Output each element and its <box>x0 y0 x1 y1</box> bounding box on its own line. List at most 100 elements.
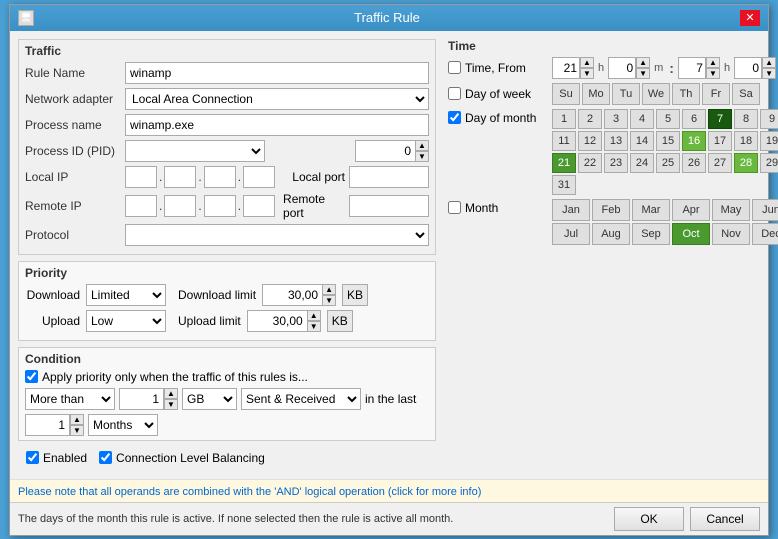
condition-amount-down[interactable]: ▼ <box>164 399 178 410</box>
dom-15[interactable]: 15 <box>656 131 680 151</box>
dom-8[interactable]: 8 <box>734 109 758 129</box>
download-limit-input[interactable] <box>262 284 322 306</box>
dom-19[interactable]: 19 <box>760 131 778 151</box>
dow-fr[interactable]: Fr <box>702 83 730 105</box>
local-ip-3[interactable] <box>204 166 236 188</box>
network-adapter-select[interactable]: Local Area Connection All Adapters <box>125 88 429 110</box>
remote-ip-4[interactable] <box>243 195 275 217</box>
dom-23[interactable]: 23 <box>604 153 628 173</box>
dom-27[interactable]: 27 <box>708 153 732 173</box>
process-id-spin-up[interactable]: ▲ <box>415 140 429 151</box>
month-sep[interactable]: Sep <box>632 223 670 245</box>
dom-22[interactable]: 22 <box>578 153 602 173</box>
month-jan[interactable]: Jan <box>552 199 590 221</box>
month-mar[interactable]: Mar <box>632 199 670 221</box>
m2-down[interactable]: ▼ <box>762 68 776 79</box>
month-apr[interactable]: Apr <box>672 199 710 221</box>
m2-up[interactable]: ▲ <box>762 57 776 68</box>
process-id-value[interactable] <box>355 140 415 162</box>
condition-amount-up[interactable]: ▲ <box>164 388 178 399</box>
upload-limit-down[interactable]: ▼ <box>307 321 321 332</box>
protocol-select[interactable]: TCP UDP <box>125 224 429 246</box>
condition-amount-input[interactable] <box>119 388 164 410</box>
month-jul[interactable]: Jul <box>552 223 590 245</box>
connection-level-checkbox[interactable] <box>99 451 112 464</box>
condition-unit-select[interactable]: GB MB KB <box>182 388 237 410</box>
condition-period-up[interactable]: ▲ <box>70 414 84 425</box>
cancel-button[interactable]: Cancel <box>690 507 760 531</box>
process-id-select[interactable] <box>125 140 265 162</box>
dow-su[interactable]: Su <box>552 83 580 105</box>
dom-18[interactable]: 18 <box>734 131 758 151</box>
local-ip-2[interactable] <box>164 166 196 188</box>
dow-check-label[interactable]: Day of week <box>448 87 548 101</box>
dom-21[interactable]: 21 <box>552 153 576 173</box>
h1-down[interactable]: ▼ <box>580 68 594 79</box>
time-from-check-label[interactable]: Time, From <box>448 61 548 75</box>
dom-24[interactable]: 24 <box>630 153 654 173</box>
dom-4[interactable]: 4 <box>630 109 654 129</box>
dom-25[interactable]: 25 <box>656 153 680 173</box>
h2-down[interactable]: ▼ <box>706 68 720 79</box>
dom-29[interactable]: 29 <box>760 153 778 173</box>
dom-2[interactable]: 2 <box>578 109 602 129</box>
remote-port-input[interactable] <box>349 195 429 217</box>
remote-ip-3[interactable] <box>204 195 236 217</box>
h1-up[interactable]: ▲ <box>580 57 594 68</box>
condition-type-select[interactable]: More than Less than <box>25 388 115 410</box>
download-select[interactable]: Limited Normal Low <box>86 284 166 306</box>
m1-down[interactable]: ▼ <box>636 68 650 79</box>
info-text[interactable]: Please note that all operands are combin… <box>18 486 481 498</box>
dow-checkbox[interactable] <box>448 87 461 100</box>
dom-7[interactable]: 7 <box>708 109 732 129</box>
dom-14[interactable]: 14 <box>630 131 654 151</box>
upload-select[interactable]: Low Normal Limited <box>86 310 166 332</box>
month-feb[interactable]: Feb <box>592 199 630 221</box>
local-ip-4[interactable] <box>243 166 275 188</box>
process-name-input[interactable] <box>125 114 429 136</box>
download-limit-down[interactable]: ▼ <box>322 295 336 306</box>
local-ip-1[interactable] <box>125 166 157 188</box>
dom-13[interactable]: 13 <box>604 131 628 151</box>
month-jun[interactable]: Jun <box>752 199 778 221</box>
month-nov[interactable]: Nov <box>712 223 750 245</box>
close-button[interactable]: ✕ <box>740 10 760 26</box>
time-m2-input[interactable] <box>734 57 762 79</box>
month-may[interactable]: May <box>712 199 750 221</box>
dom-31[interactable]: 31 <box>552 175 576 195</box>
month-aug[interactable]: Aug <box>592 223 630 245</box>
dom-9[interactable]: 9 <box>760 109 778 129</box>
rule-name-input[interactable] <box>125 62 429 84</box>
upload-limit-up[interactable]: ▲ <box>307 310 321 321</box>
enabled-label[interactable]: Enabled <box>26 451 87 465</box>
apply-condition-checkbox[interactable] <box>25 370 38 383</box>
time-h2-input[interactable] <box>678 57 706 79</box>
month-oct[interactable]: Oct <box>672 223 710 245</box>
remote-ip-2[interactable] <box>164 195 196 217</box>
dom-16[interactable]: 16 <box>682 131 706 151</box>
dow-we[interactable]: We <box>642 83 670 105</box>
month-checkbox[interactable] <box>448 201 461 214</box>
condition-period-unit-select[interactable]: Months Days Hours <box>88 414 158 436</box>
connection-level-label[interactable]: Connection Level Balancing <box>99 451 265 465</box>
enabled-checkbox[interactable] <box>26 451 39 464</box>
dom-28[interactable]: 28 <box>734 153 758 173</box>
dow-mo[interactable]: Mo <box>582 83 610 105</box>
time-m1-input[interactable] <box>608 57 636 79</box>
month-check-label[interactable]: Month <box>448 199 548 215</box>
dom-5[interactable]: 5 <box>656 109 680 129</box>
m1-up[interactable]: ▲ <box>636 57 650 68</box>
time-from-checkbox[interactable] <box>448 61 461 74</box>
dom-12[interactable]: 12 <box>578 131 602 151</box>
condition-period-input[interactable] <box>25 414 70 436</box>
dom-11[interactable]: 11 <box>552 131 576 151</box>
dom-3[interactable]: 3 <box>604 109 628 129</box>
ok-button[interactable]: OK <box>614 507 684 531</box>
dow-sa[interactable]: Sa <box>732 83 760 105</box>
dow-th[interactable]: Th <box>672 83 700 105</box>
month-dec[interactable]: Dec <box>752 223 778 245</box>
dow-tu[interactable]: Tu <box>612 83 640 105</box>
upload-limit-input[interactable] <box>247 310 307 332</box>
remote-ip-1[interactable] <box>125 195 157 217</box>
condition-period-down[interactable]: ▼ <box>70 425 84 436</box>
